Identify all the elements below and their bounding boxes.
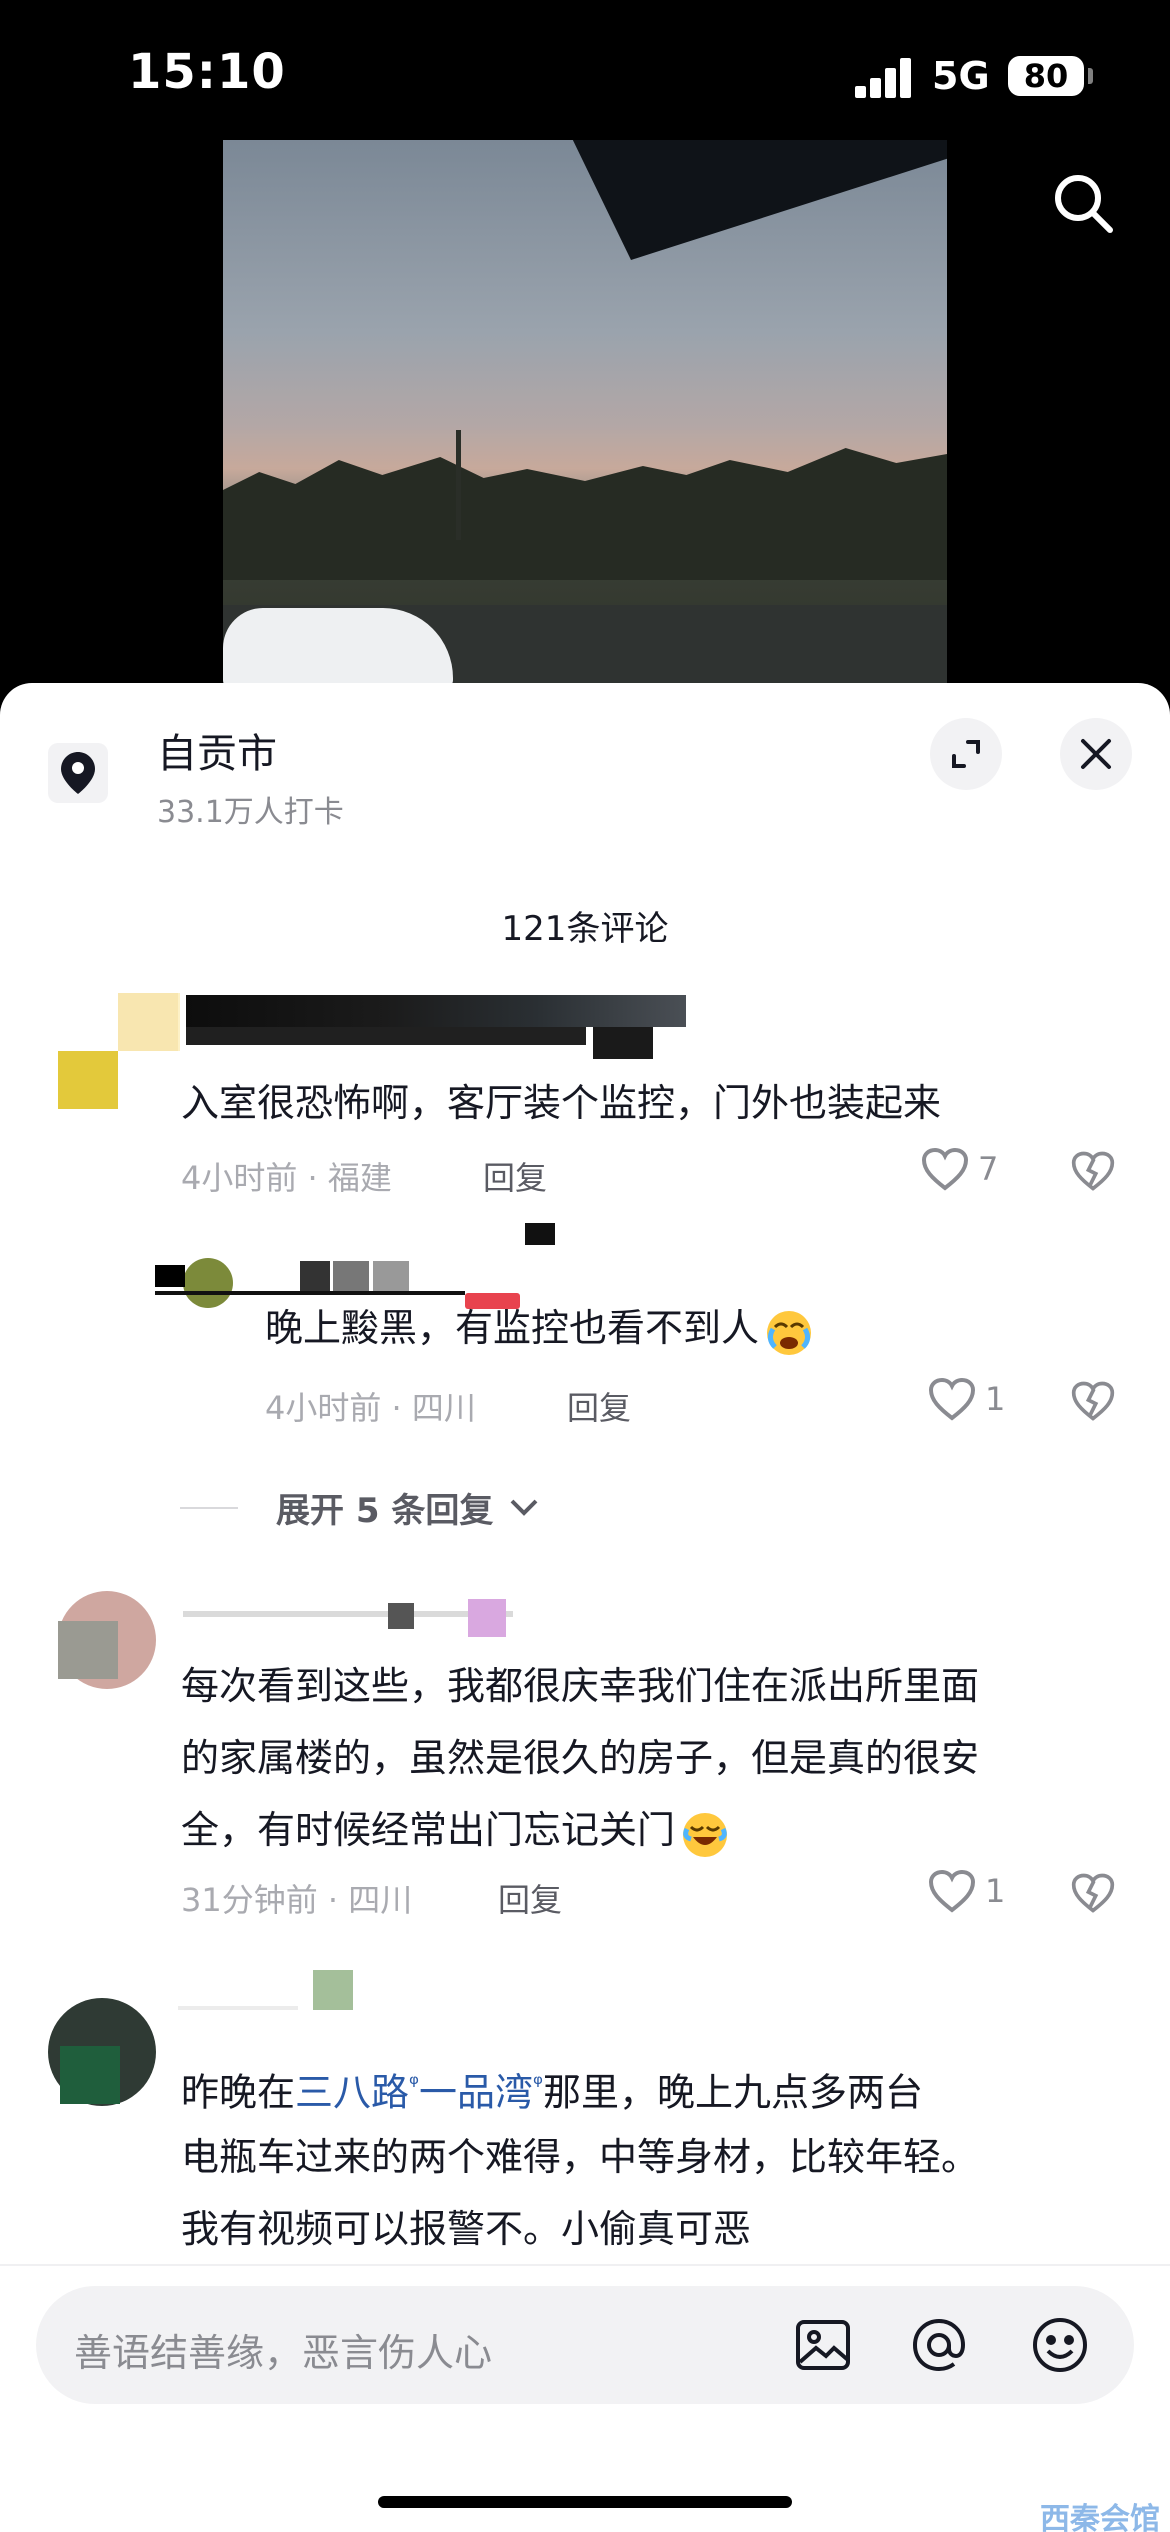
comment-input[interactable]: 善语结善缘，恶言伤人心: [36, 2286, 1134, 2404]
comment-3-line-1: 每次看到这些，我都很庆幸我们住在派出所里面: [181, 1664, 980, 1708]
photo-trees: [223, 448, 947, 580]
location-title[interactable]: 自贡市: [157, 721, 277, 779]
comment-3-line-3-text: 全，有时候经常出门忘记关门: [181, 1808, 676, 1852]
comment-3-line-2: 的家属楼的，虽然是很久的房子，但是真的很安: [181, 1736, 980, 1780]
comment-4-line-1-prefix: 昨晚在: [181, 2070, 296, 2115]
heart-icon: [928, 1869, 976, 1913]
expand-replies-button[interactable]: 展开 5 条回复: [180, 1483, 539, 1532]
expand-icon[interactable]: [930, 718, 1002, 790]
comment-3-line-3: 全，有时候经常出门忘记关门: [181, 1794, 731, 1866]
comment-1-like-count: 7: [978, 1150, 999, 1188]
battery-cap: [1088, 68, 1093, 84]
photo-mast: [456, 430, 461, 540]
comment-1-meta: 4小时前 · 福建: [181, 1159, 392, 1197]
comment-input-bar: 善语结善缘，恶言伤人心 西秦会馆: [0, 2264, 1170, 2532]
comment-4-line-2: 电瓶车过来的两个难得，中等身材，比较年轻。: [181, 2135, 980, 2179]
broken-heart-icon[interactable]: [1070, 1148, 1116, 1194]
signal-icon: [855, 58, 913, 98]
reply-1-text: 晚上黢黑，有监控也看不到人: [265, 1292, 815, 1364]
reply-1-text-content: 晚上黢黑，有监控也看不到人: [265, 1306, 760, 1350]
expand-divider: [180, 1506, 238, 1509]
heart-icon: [928, 1377, 976, 1421]
laughing-emoji-icon: [679, 1807, 731, 1859]
comment-1-reply-button[interactable]: 回复: [483, 1153, 547, 1199]
close-icon[interactable]: [1060, 718, 1132, 790]
battery-indicator: 80: [1008, 56, 1084, 96]
comment-4-line-3: 我有视频可以报警不。小偷真可恶: [181, 2207, 752, 2251]
location-photo[interactable]: [223, 140, 947, 688]
comment-3-reply-button[interactable]: 回复: [498, 1875, 562, 1921]
network-type: 5G: [932, 54, 990, 98]
search-small-icon: ᵠ: [533, 2070, 544, 2098]
comment-1-like-button[interactable]: 7: [920, 1146, 998, 1192]
chevron-down-icon: [510, 1499, 538, 1516]
reply-1-meta: 4小时前 · 四川: [265, 1389, 476, 1427]
comment-1-text: 入室很恐怖啊，客厅装个监控，门外也装起来: [181, 1081, 942, 1125]
emoji-icon[interactable]: [1029, 2314, 1091, 2376]
heart-icon: [921, 1147, 969, 1191]
comment-3-like-count: 1: [985, 1872, 1006, 1910]
photo-roof: [568, 140, 947, 260]
broken-heart-icon[interactable]: [1070, 1378, 1116, 1424]
broken-heart-icon[interactable]: [1070, 1870, 1116, 1916]
status-bar: 15:10 5G 80: [0, 0, 1170, 140]
place-link-yipinwan[interactable]: 一品湾: [419, 2071, 533, 2115]
comment-3-meta: 31分钟前 · 四川: [181, 1881, 413, 1919]
photo-car: [223, 608, 453, 688]
expand-replies-label: 展开 5 条回复: [276, 1491, 494, 1531]
comment-4-line-1-suffix: 那里，晚上九点多两台: [543, 2070, 924, 2115]
comment-4-line-1: 昨晚在三八路ᵠ一品湾ᵠ那里，晚上九点多两台: [181, 2048, 923, 2129]
home-indicator[interactable]: [378, 2496, 792, 2508]
crying-emoji-icon: [763, 1305, 815, 1357]
reply-1-like-count: 1: [985, 1380, 1006, 1418]
comment-sheet: 自贡市 33.1万人打卡 121条评论 入室很恐怖啊，客厅装个监控，门外也装起来…: [0, 683, 1170, 2532]
reply-1-reply-button[interactable]: 回复: [567, 1383, 631, 1429]
place-link-sanbalu[interactable]: 三八路: [295, 2071, 409, 2115]
comment-3-like-button[interactable]: 1: [927, 1868, 1005, 1914]
reply-1-like-button[interactable]: 1: [927, 1376, 1005, 1422]
image-icon[interactable]: [792, 2314, 854, 2376]
status-time: 15:10: [128, 44, 286, 100]
location-checkins: 33.1万人打卡: [157, 795, 344, 830]
search-small-icon: ᵠ: [409, 2070, 420, 2098]
comment-count: 121条评论: [501, 909, 669, 949]
at-icon[interactable]: [908, 2314, 970, 2376]
comment-input-placeholder: 善语结善缘，恶言伤人心: [74, 2331, 493, 2375]
watermark: 西秦会馆: [1040, 2503, 1160, 2532]
location-pin-icon: [48, 743, 108, 803]
search-icon[interactable]: [1048, 168, 1120, 240]
